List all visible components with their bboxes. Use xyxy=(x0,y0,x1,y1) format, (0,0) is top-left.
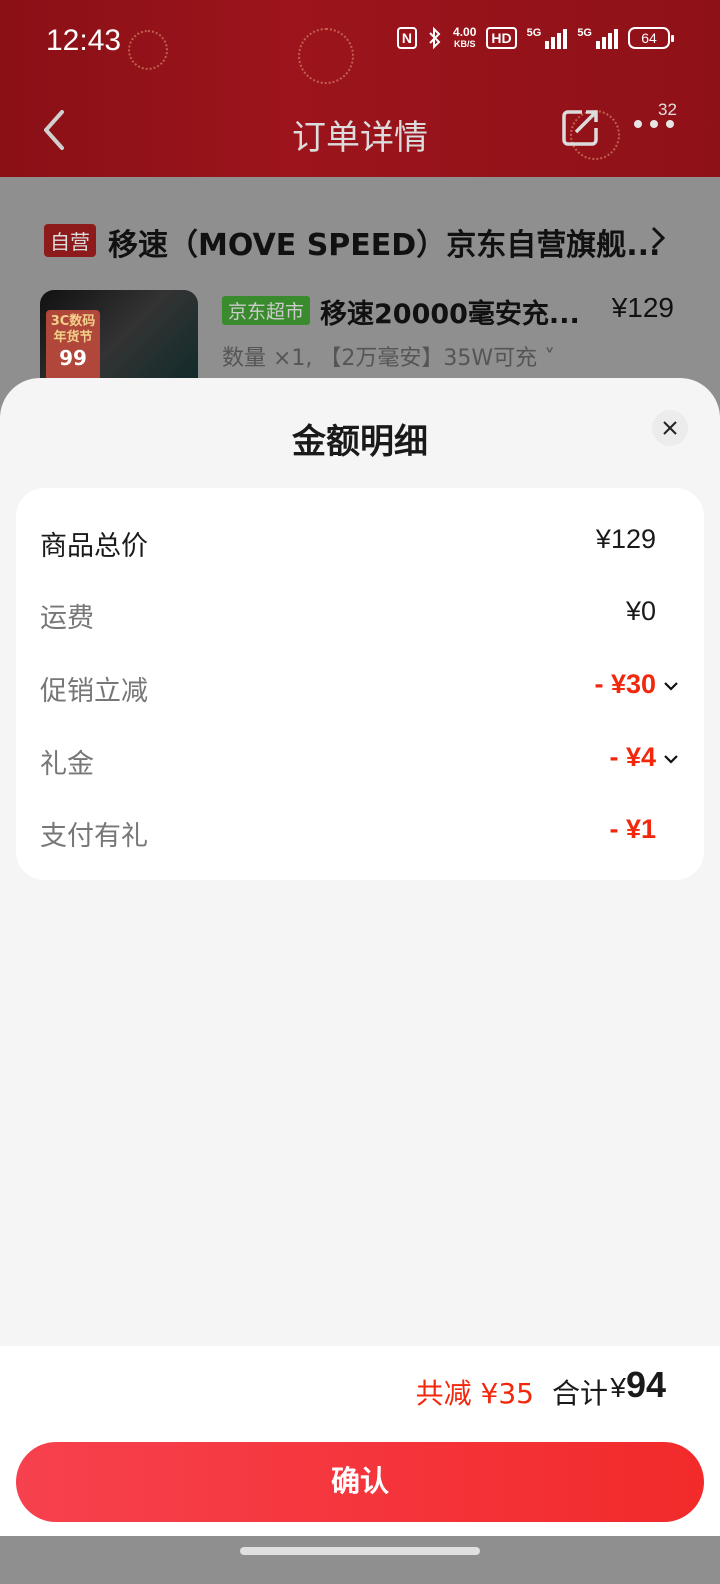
product-price: ¥129 xyxy=(611,292,674,323)
close-icon xyxy=(663,421,677,435)
status-bar: 12:43 N 4.00 KB/S HD 5G 5G 64 xyxy=(0,0,720,80)
jd-supermarket-tag: 京东超市 xyxy=(222,296,311,325)
row-goods-total: 商品总价 ¥129 xyxy=(40,518,680,566)
row-value: - ¥4 xyxy=(609,742,656,772)
row-value: - ¥30 xyxy=(594,669,656,699)
shop-name[interactable]: 移速（MOVE SPEED）京东自营旗舰... xyxy=(108,220,668,264)
row-promotion[interactable]: 促销立减 - ¥30 xyxy=(40,663,680,711)
sheet-title: 金额明细 xyxy=(292,422,428,462)
status-icons: N 4.00 KB/S HD 5G 5G 64 xyxy=(396,25,674,50)
product-spec[interactable]: 数量 ×1, 【2万毫安】35W可充 ˅ xyxy=(222,340,555,372)
page-title: 订单详情 xyxy=(292,118,428,158)
row-label: 运费 xyxy=(40,603,94,634)
share-icon[interactable] xyxy=(560,108,600,148)
confirm-button[interactable]: 确认 xyxy=(16,1442,704,1522)
row-label: 商品总价 xyxy=(40,531,148,562)
row-payment-gift: 支付有礼 - ¥1 xyxy=(40,808,680,856)
chevron-down-icon[interactable] xyxy=(662,750,680,768)
nav-bar: 订单详情 32 xyxy=(0,90,720,170)
more-icon[interactable] xyxy=(634,120,674,128)
row-shipping: 运费 ¥0 xyxy=(40,590,680,638)
signal-icon-sim2: 5G xyxy=(577,27,618,49)
amount-detail-card: 商品总价 ¥129 运费 ¥0 促销立减 - ¥30 礼金 - ¥4 支付有礼 … xyxy=(16,488,704,880)
close-button[interactable] xyxy=(652,410,688,446)
chevron-right-icon[interactable] xyxy=(648,224,668,252)
home-gesture-bar[interactable] xyxy=(240,1547,480,1555)
total-bar: 共减 ¥35 合计 ¥94 xyxy=(0,1346,720,1432)
row-value: - ¥1 xyxy=(609,814,656,844)
network-speed: 4.00 KB/S xyxy=(453,25,477,49)
signal-icon-sim1: 5G xyxy=(527,27,568,49)
bluetooth-icon xyxy=(429,26,441,50)
hd-icon: HD xyxy=(486,27,517,49)
row-value: ¥0 xyxy=(625,596,656,626)
self-operated-tag: 自营 xyxy=(44,224,96,257)
product-image[interactable]: 3C数码 年货节 99 xyxy=(40,290,198,390)
status-time: 12:43 xyxy=(46,24,122,57)
row-label: 促销立减 xyxy=(40,676,148,707)
battery-icon: 64 xyxy=(628,27,674,49)
product-name[interactable]: 移速20000毫安充... xyxy=(320,292,580,331)
total-label: 合计 xyxy=(551,1377,608,1410)
row-gift-money[interactable]: 礼金 - ¥4 xyxy=(40,736,680,784)
chevron-down-icon[interactable] xyxy=(662,677,680,695)
row-label: 礼金 xyxy=(40,749,94,780)
total-saving: 共减 ¥35 xyxy=(415,1377,534,1410)
nfc-icon: N xyxy=(396,27,418,49)
gesture-area xyxy=(0,1536,720,1584)
row-label: 支付有礼 xyxy=(40,821,148,852)
message-badge: 32 xyxy=(658,100,677,119)
row-value: ¥129 xyxy=(595,524,656,554)
total-amount: ¥94 xyxy=(610,1364,666,1405)
